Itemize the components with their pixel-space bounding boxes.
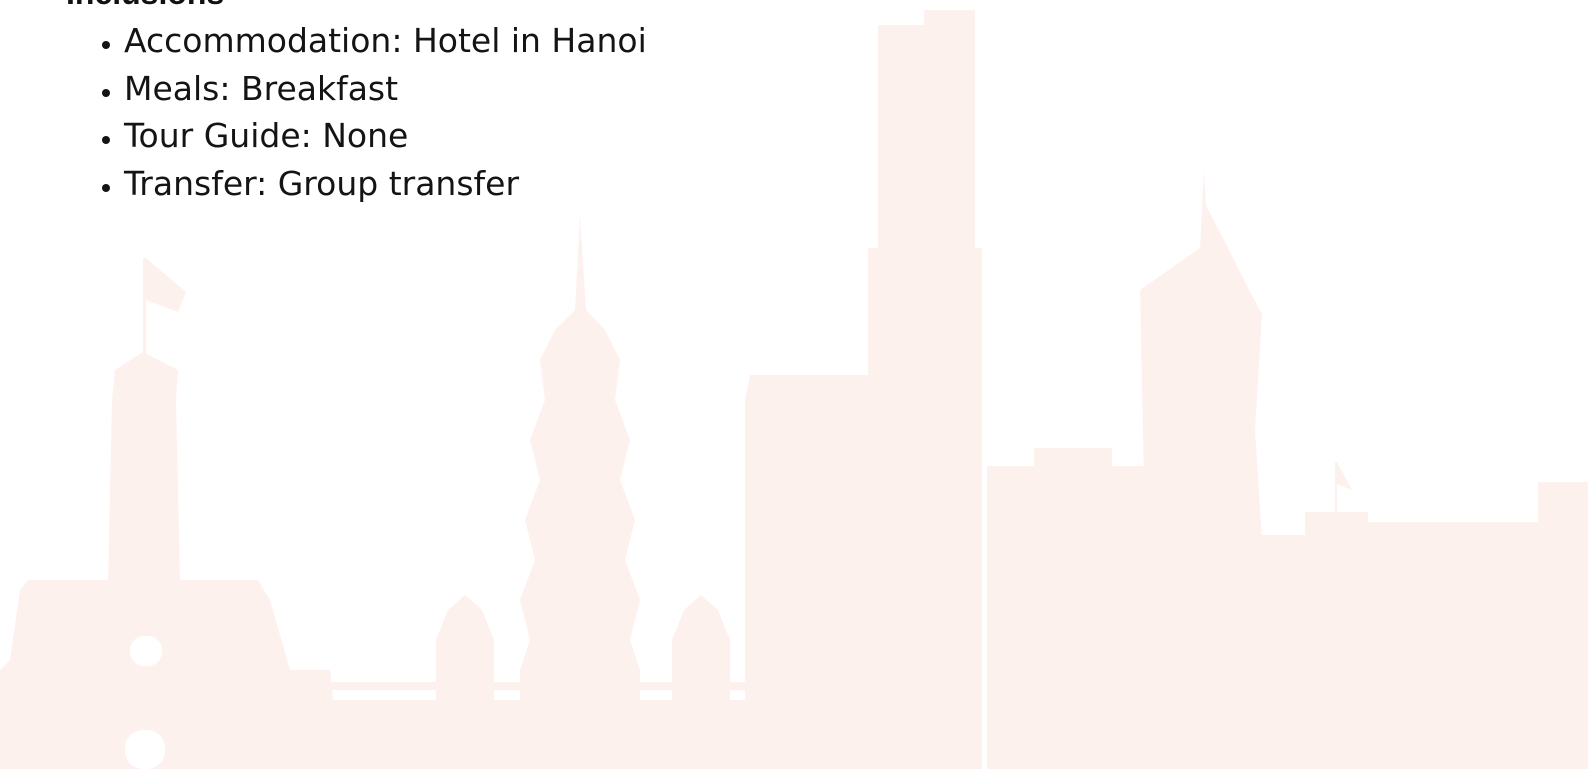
inclusion-value: Breakfast bbox=[240, 68, 399, 108]
inclusion-item-tour-guide: Tour Guide: None bbox=[124, 112, 647, 160]
inclusion-label: Meals bbox=[124, 68, 220, 108]
inclusion-value: None bbox=[322, 116, 409, 155]
inclusion-value: Hotel in Hanoi bbox=[412, 21, 647, 60]
page: Inclusions Accommodation: Hotel in Hanoi… bbox=[0, 0, 1588, 769]
inclusion-value: Group transfer bbox=[277, 163, 520, 203]
inclusion-item-transfer: Transfer: Group transfer bbox=[124, 160, 647, 208]
inclusions-heading: Inclusions bbox=[66, 0, 224, 12]
inclusion-label: Accommodation bbox=[124, 21, 392, 60]
inclusion-item-accommodation: Accommodation: Hotel in Hanoi bbox=[124, 17, 647, 65]
inclusion-label: Tour Guide bbox=[124, 116, 301, 155]
inclusion-label: Transfer bbox=[124, 163, 257, 203]
inclusions-list: Accommodation: Hotel in Hanoi Meals: Bre… bbox=[0, 17, 647, 207]
inclusion-item-meals: Meals: Breakfast bbox=[124, 65, 647, 113]
